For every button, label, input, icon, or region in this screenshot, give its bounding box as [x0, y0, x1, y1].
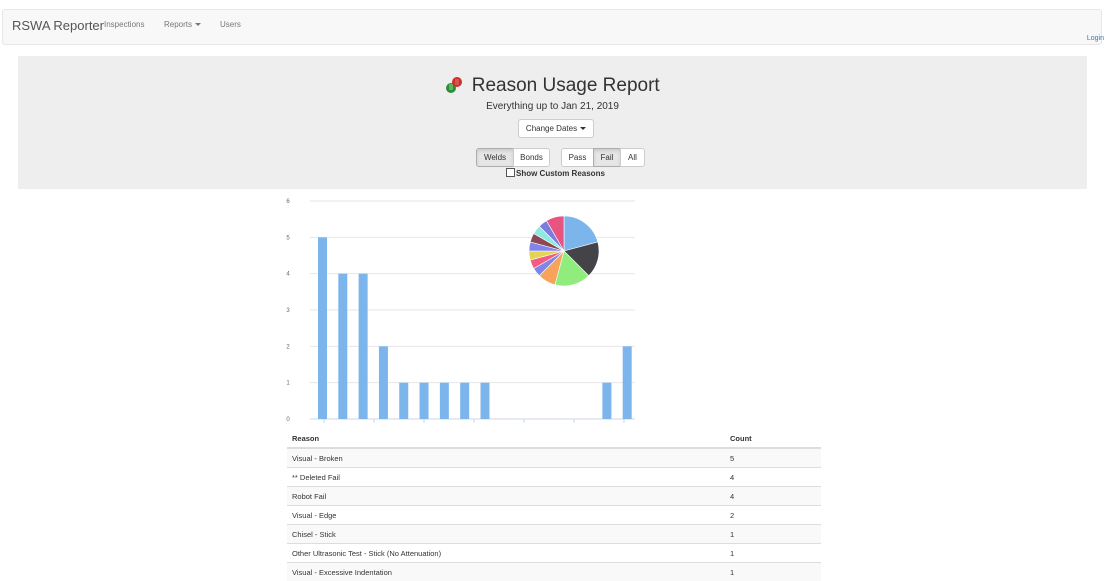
bar [481, 383, 490, 419]
count-cell: 1 [725, 525, 821, 544]
nav-reports-label: Reports [164, 20, 192, 29]
change-dates-label: Change Dates [526, 124, 577, 133]
fail-toggle[interactable]: Fail [593, 148, 621, 167]
count-cell: 5 [725, 448, 821, 468]
reason-table: Reason Count Visual - Broken5** Deleted … [287, 430, 821, 581]
count-cell: 1 [725, 563, 821, 581]
y-axis-ticks: 0 1 2 3 4 5 6 [286, 199, 290, 423]
page-title: Reason Usage Report [472, 75, 660, 96]
y-tick-label: 4 [286, 272, 290, 278]
table-row: ** Deleted Fail4 [287, 468, 821, 487]
reason-cell: Visual - Broken [287, 448, 725, 468]
welds-toggle[interactable]: Welds [476, 148, 514, 167]
nav-users[interactable]: Users [220, 20, 241, 29]
reason-column-header: Reason [287, 430, 725, 448]
bar [623, 346, 632, 419]
table-body: Visual - Broken5** Deleted Fail4Robot Fa… [287, 448, 821, 581]
pass-toggle[interactable]: Pass [561, 148, 594, 167]
x-axis [324, 419, 624, 423]
caret-down-icon [195, 23, 201, 26]
table-row: Visual - Excessive Indentation1 [287, 563, 821, 581]
count-cell: 1 [725, 544, 821, 563]
reason-cell: Visual - Edge [287, 506, 725, 525]
bar [460, 383, 469, 419]
nav-inspections[interactable]: Inspections [104, 20, 144, 29]
pie-chart [529, 216, 599, 286]
caret-down-icon [580, 127, 586, 130]
y-tick-label: 5 [286, 235, 290, 241]
date-range-text: Everything up to Jan 21, 2019 [18, 101, 1087, 112]
count-cell: 4 [725, 487, 821, 506]
bar [440, 383, 449, 419]
count-cell: 2 [725, 506, 821, 525]
navbar: RSWA Reporter Inspections Reports Users [2, 9, 1102, 45]
bar [359, 274, 368, 419]
thumbs-icon [445, 76, 463, 94]
y-tick-label: 1 [286, 381, 290, 387]
bar [420, 383, 429, 419]
reason-cell: Visual - Excessive Indentation [287, 563, 725, 581]
bar [318, 237, 327, 419]
bonds-toggle[interactable]: Bonds [513, 148, 550, 167]
show-custom-reasons[interactable]: Show Custom Reasons [506, 168, 605, 178]
y-tick-label: 2 [286, 344, 290, 350]
table-header-row: Reason Count [287, 430, 821, 448]
bar [338, 274, 347, 419]
all-toggle[interactable]: All [620, 148, 645, 167]
report-header: Reason Usage Report Everything up to Jan… [18, 56, 1087, 189]
table-row: Visual - Edge2 [287, 506, 821, 525]
bar [379, 346, 388, 419]
nav-reports-dropdown[interactable]: Reports [164, 20, 201, 29]
change-dates-button[interactable]: Change Dates [518, 119, 594, 138]
brand-link[interactable]: RSWA Reporter [12, 18, 104, 33]
title-row: Reason Usage Report [18, 75, 1087, 99]
login-link[interactable]: Login [1087, 35, 1104, 42]
show-custom-label: Show Custom Reasons [516, 169, 605, 178]
table-row: Chisel - Stick1 [287, 525, 821, 544]
reason-cell: Chisel - Stick [287, 525, 725, 544]
bar [399, 383, 408, 419]
table-row: Other Ultrasonic Test - Stick (No Attenu… [287, 544, 821, 563]
table-row: Robot Fail4 [287, 487, 821, 506]
count-column-header: Count [725, 430, 821, 448]
reason-cell: ** Deleted Fail [287, 468, 725, 487]
count-cell: 4 [725, 468, 821, 487]
show-custom-checkbox[interactable] [506, 168, 515, 177]
reason-cell: Robot Fail [287, 487, 725, 506]
y-tick-label: 3 [286, 308, 290, 314]
table-row: Visual - Broken5 [287, 448, 821, 468]
reason-cell: Other Ultrasonic Test - Stick (No Attenu… [287, 544, 725, 563]
bar [602, 383, 611, 419]
y-tick-label: 0 [286, 417, 290, 423]
reason-chart: 0 1 2 3 4 5 6 [280, 193, 650, 429]
y-tick-label: 6 [286, 199, 290, 205]
